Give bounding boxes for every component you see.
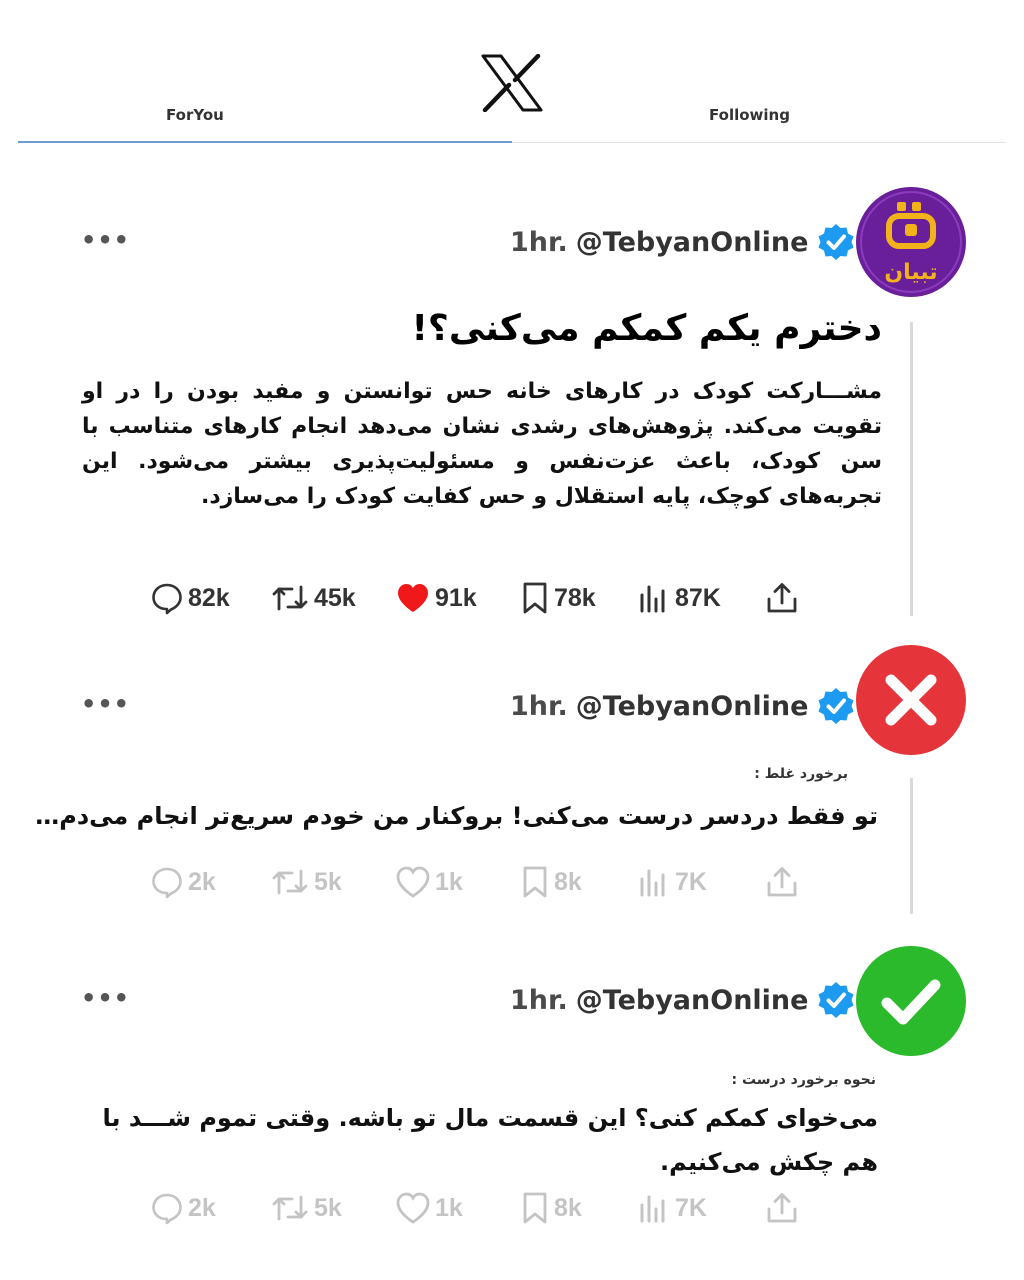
views-button[interactable]: 7K	[637, 865, 765, 899]
more-options-icon[interactable]: •••	[81, 690, 130, 718]
like-button[interactable]: 1k	[395, 865, 520, 899]
reply-button[interactable]: 2k	[150, 1191, 270, 1225]
like-button[interactable]: 1k	[395, 1191, 520, 1225]
reply-icon	[150, 865, 184, 899]
share-icon	[765, 865, 799, 899]
views-button[interactable]: 7K	[637, 1191, 765, 1225]
bookmark-button[interactable]: 8k	[520, 1191, 637, 1225]
retweet-count: 5k	[314, 867, 342, 896]
check-mark-icon	[856, 946, 966, 1056]
tweet-title: دخترم یکم کمکم می‌کنی؟!	[411, 308, 882, 349]
views-icon	[637, 865, 671, 899]
tweet-3-header: 1hr. @TebyanOnline	[510, 980, 856, 1020]
tab-for-you[interactable]: ForYou	[166, 106, 224, 124]
retweet-button[interactable]: 45k	[270, 581, 395, 615]
share-icon	[765, 581, 799, 615]
share-button[interactable]	[765, 581, 799, 615]
bookmark-button[interactable]: 8k	[520, 865, 637, 899]
tweet-handle[interactable]: @TebyanOnline	[576, 691, 809, 722]
like-count: 1k	[435, 1193, 463, 1222]
reply-count: 82k	[188, 583, 230, 612]
retweet-icon	[270, 1191, 310, 1225]
bookmark-count: 78k	[554, 583, 596, 612]
bookmark-icon	[520, 1191, 550, 1225]
right-approach-label: نحوه برخورد درست :	[731, 1072, 876, 1088]
more-options-icon[interactable]: •••	[81, 226, 130, 254]
retweet-button[interactable]: 5k	[270, 1191, 395, 1225]
views-icon	[637, 581, 671, 615]
share-button[interactable]	[765, 1191, 799, 1225]
tebyan-avatar[interactable]: تبیان	[855, 186, 967, 298]
reply-icon	[150, 1191, 184, 1225]
views-icon	[637, 1191, 671, 1225]
tweet-time: 1hr.	[510, 226, 568, 258]
tab-following[interactable]: Following	[709, 106, 790, 124]
views-count: 7K	[675, 1193, 707, 1222]
verified-badge-icon	[816, 222, 856, 262]
tweet-time: 1hr.	[510, 690, 568, 722]
bookmark-button[interactable]: 78k	[520, 581, 637, 615]
reply-icon	[150, 581, 184, 615]
tab-active-indicator	[18, 141, 512, 143]
like-count: 91k	[435, 583, 477, 612]
tweet-handle[interactable]: @TebyanOnline	[576, 227, 809, 258]
like-button[interactable]: 91k	[395, 581, 520, 615]
share-button[interactable]	[765, 865, 799, 899]
avatar-text: تبیان	[884, 260, 937, 285]
bookmark-count: 8k	[554, 867, 582, 896]
right-approach-text: می‌خوای کمکم کنی؟ این قسمت مال تو باشه. …	[102, 1104, 878, 1176]
retweet-icon	[270, 865, 310, 899]
tweet-handle[interactable]: @TebyanOnline	[576, 985, 809, 1016]
reply-count: 2k	[188, 867, 216, 896]
reply-count: 2k	[188, 1193, 216, 1222]
x-logo-icon[interactable]	[481, 54, 543, 112]
tweet-1-actions: 82k 45k 91k 78k 87K	[150, 578, 799, 618]
views-button[interactable]: 87K	[637, 581, 765, 615]
heart-filled-icon	[395, 581, 431, 615]
wrong-approach-text: تو فقط دردسر درست می‌کنی! بروکنار من خود…	[35, 802, 878, 830]
views-count: 7K	[675, 867, 707, 896]
thread-line	[910, 778, 913, 914]
heart-outline-icon	[395, 865, 431, 899]
bookmark-icon	[520, 865, 550, 899]
tweet-body: مشـــارکت کودک در کارهای خانه حس توانستن…	[82, 379, 882, 509]
tweet-1-header: 1hr. @TebyanOnline	[510, 222, 856, 262]
reply-button[interactable]: 82k	[150, 581, 270, 615]
retweet-button[interactable]: 5k	[270, 865, 395, 899]
tweet-time: 1hr.	[510, 984, 568, 1016]
bookmark-icon	[520, 581, 550, 615]
views-count: 87K	[675, 583, 721, 612]
wrong-approach-label: برخورد غلط :	[754, 766, 848, 782]
heart-outline-icon	[395, 1191, 431, 1225]
x-mark-icon	[856, 645, 966, 755]
verified-badge-icon	[816, 980, 856, 1020]
share-icon	[765, 1191, 799, 1225]
tweet-3-actions: 2k 5k 1k 8k 7K	[150, 1188, 799, 1228]
thread-line	[910, 322, 913, 616]
like-count: 1k	[435, 867, 463, 896]
reply-button[interactable]: 2k	[150, 865, 270, 899]
tweet-2-actions: 2k 5k 1k 8k 7K	[150, 862, 799, 902]
verified-badge-icon	[816, 686, 856, 726]
retweet-count: 5k	[314, 1193, 342, 1222]
more-options-icon[interactable]: •••	[81, 984, 130, 1012]
bookmark-count: 8k	[554, 1193, 582, 1222]
tweet-2-header: 1hr. @TebyanOnline	[510, 686, 856, 726]
retweet-count: 45k	[314, 583, 356, 612]
retweet-icon	[270, 581, 310, 615]
